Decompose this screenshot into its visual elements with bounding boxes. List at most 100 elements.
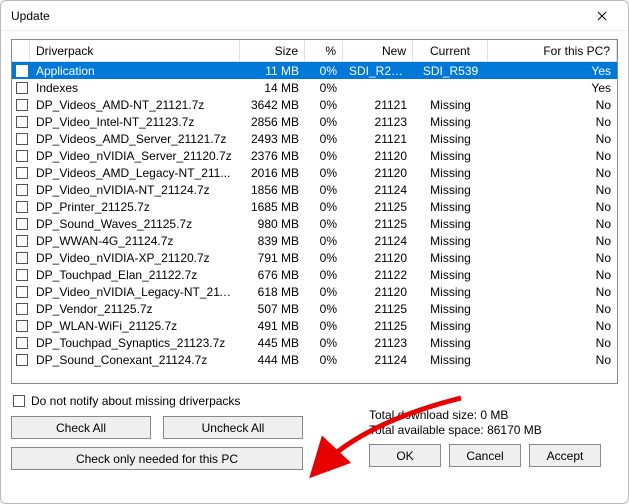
list-header[interactable]: Driverpack Size % New Current For this P… <box>12 40 617 62</box>
cell-size: 676 MB <box>240 268 305 282</box>
row-checkbox[interactable] <box>16 286 28 298</box>
col-header-size[interactable]: Size <box>240 40 305 61</box>
row-checkbox[interactable] <box>16 65 28 77</box>
cell-new: 21121 <box>343 98 413 112</box>
cell-pct: 0% <box>305 166 343 180</box>
table-row[interactable]: DP_Video_Intel-NT_21123.7z2856 MB0%21123… <box>12 113 617 130</box>
cell-current: Missing <box>413 115 488 129</box>
cell-size: 507 MB <box>240 302 305 316</box>
table-row[interactable]: Application11 MB0%SDI_R21...SDI_R539Yes <box>12 62 617 79</box>
cell-new: 21124 <box>343 234 413 248</box>
cell-size: 491 MB <box>240 319 305 333</box>
table-row[interactable]: DP_Videos_AMD_Legacy-NT_211...2016 MB0%2… <box>12 164 617 181</box>
table-row[interactable]: DP_Vendor_21125.7z507 MB0%21125MissingNo <box>12 300 617 317</box>
cell-size: 1856 MB <box>240 183 305 197</box>
close-icon <box>597 11 607 21</box>
row-checkbox[interactable] <box>16 167 28 179</box>
cell-name: DP_Video_Intel-NT_21123.7z <box>30 115 240 129</box>
table-row[interactable]: DP_Sound_Conexant_21124.7z444 MB0%21124M… <box>12 351 617 368</box>
row-checkbox[interactable] <box>16 252 28 264</box>
row-checkbox[interactable] <box>16 354 28 366</box>
cell-this: Yes <box>488 81 617 95</box>
row-checkbox[interactable] <box>16 337 28 349</box>
cell-current: Missing <box>413 149 488 163</box>
col-header-current[interactable]: Current <box>413 40 488 61</box>
table-row[interactable]: DP_Touchpad_Elan_21122.7z676 MB0%21122Mi… <box>12 266 617 283</box>
cell-pct: 0% <box>305 302 343 316</box>
cell-new: 21120 <box>343 285 413 299</box>
uncheck-all-button[interactable]: Uncheck All <box>163 416 303 439</box>
cell-name: DP_WWAN-4G_21124.7z <box>30 234 240 248</box>
row-checkbox[interactable] <box>16 116 28 128</box>
cell-pct: 0% <box>305 132 343 146</box>
row-checkbox[interactable] <box>16 235 28 247</box>
cell-size: 791 MB <box>240 251 305 265</box>
cell-this: No <box>488 234 617 248</box>
table-row[interactable]: Indexes14 MB0%Yes <box>12 79 617 96</box>
col-header-pct[interactable]: % <box>305 40 343 61</box>
cell-current: Missing <box>413 166 488 180</box>
cell-pct: 0% <box>305 268 343 282</box>
cell-name: DP_WLAN-WiFi_21125.7z <box>30 319 240 333</box>
table-row[interactable]: DP_Printer_21125.7z1685 MB0%21125Missing… <box>12 198 617 215</box>
row-checkbox[interactable] <box>16 99 28 111</box>
cell-name: DP_Touchpad_Elan_21122.7z <box>30 268 240 282</box>
row-checkbox[interactable] <box>16 269 28 281</box>
table-row[interactable]: DP_WLAN-WiFi_21125.7z491 MB0%21125Missin… <box>12 317 617 334</box>
row-checkbox[interactable] <box>16 133 28 145</box>
table-row[interactable]: DP_Video_nVIDIA-XP_21120.7z791 MB0%21120… <box>12 249 617 266</box>
table-row[interactable]: DP_Videos_AMD-NT_21121.7z3642 MB0%21121M… <box>12 96 617 113</box>
row-checkbox[interactable] <box>16 82 28 94</box>
close-button[interactable] <box>582 4 622 28</box>
cell-name: DP_Video_nVIDIA-NT_21124.7z <box>30 183 240 197</box>
cell-this: No <box>488 132 617 146</box>
cell-size: 11 MB <box>240 64 305 78</box>
row-checkbox[interactable] <box>16 218 28 230</box>
cell-current: Missing <box>413 132 488 146</box>
cell-this: No <box>488 183 617 197</box>
col-header-new[interactable]: New <box>343 40 413 61</box>
check-all-button[interactable]: Check All <box>11 416 151 439</box>
cell-this: No <box>488 302 617 316</box>
driverpack-list[interactable]: Driverpack Size % New Current For this P… <box>11 39 618 384</box>
table-row[interactable]: DP_Video_nVIDIA-NT_21124.7z1856 MB0%2112… <box>12 181 617 198</box>
row-checkbox[interactable] <box>16 150 28 162</box>
table-row[interactable]: DP_Video_nVIDIA_Legacy-NT_211...618 MB0%… <box>12 283 617 300</box>
cell-pct: 0% <box>305 336 343 350</box>
table-row[interactable]: DP_Video_nVIDIA_Server_21120.7z2376 MB0%… <box>12 147 617 164</box>
cell-size: 839 MB <box>240 234 305 248</box>
col-header-name[interactable]: Driverpack <box>30 40 240 61</box>
cell-this: No <box>488 217 617 231</box>
notify-checkbox[interactable] <box>13 395 25 407</box>
ok-button[interactable]: OK <box>369 444 441 467</box>
col-header-this[interactable]: For this PC? <box>488 40 617 61</box>
cell-size: 980 MB <box>240 217 305 231</box>
accept-button[interactable]: Accept <box>529 444 601 467</box>
table-row[interactable]: DP_WWAN-4G_21124.7z839 MB0%21124MissingN… <box>12 232 617 249</box>
cell-size: 618 MB <box>240 285 305 299</box>
cell-new: 21125 <box>343 200 413 214</box>
row-checkbox[interactable] <box>16 320 28 332</box>
window-title: Update <box>11 9 582 23</box>
cell-new: SDI_R21... <box>343 64 413 78</box>
cell-new: 21124 <box>343 353 413 367</box>
cell-new: 21122 <box>343 268 413 282</box>
cell-current: Missing <box>413 251 488 265</box>
cell-size: 2376 MB <box>240 149 305 163</box>
cell-name: DP_Vendor_21125.7z <box>30 302 240 316</box>
cell-size: 444 MB <box>240 353 305 367</box>
row-checkbox[interactable] <box>16 303 28 315</box>
stats-block: Total download size: 0 MB Total availabl… <box>369 408 542 438</box>
row-checkbox[interactable] <box>16 184 28 196</box>
row-checkbox[interactable] <box>16 201 28 213</box>
cell-this: No <box>488 115 617 129</box>
cell-this: No <box>488 200 617 214</box>
table-row[interactable]: DP_Videos_AMD_Server_21121.7z2493 MB0%21… <box>12 130 617 147</box>
cell-this: No <box>488 285 617 299</box>
check-needed-button[interactable]: Check only needed for this PC <box>11 447 303 470</box>
cell-pct: 0% <box>305 183 343 197</box>
table-row[interactable]: DP_Touchpad_Synaptics_21123.7z445 MB0%21… <box>12 334 617 351</box>
cell-this: No <box>488 353 617 367</box>
cancel-button[interactable]: Cancel <box>449 444 521 467</box>
table-row[interactable]: DP_Sound_Waves_21125.7z980 MB0%21125Miss… <box>12 215 617 232</box>
